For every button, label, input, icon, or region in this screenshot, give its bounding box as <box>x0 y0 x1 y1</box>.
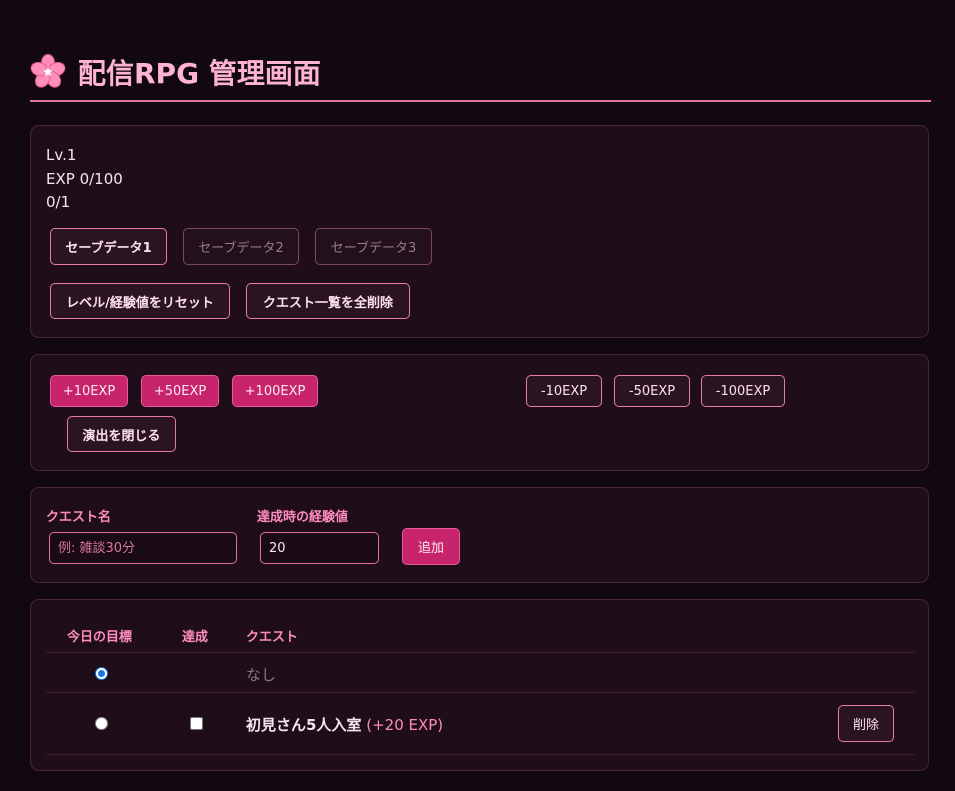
subtract-100-exp-button[interactable]: -100EXP <box>701 375 785 407</box>
quest-table-panel: 今日の目標 達成 クエスト なし 初見さん5人入室 (+20 EXP) 削除 <box>30 599 929 771</box>
exp-control-panel: +10EXP +50EXP +100EXP -10EXP -50EXP -100… <box>30 354 929 471</box>
quest-name-label: クエスト名 <box>46 510 112 525</box>
page-title: 配信RPG 管理画面 <box>78 57 321 90</box>
row-divider <box>46 754 915 755</box>
goal-radio-quest[interactable] <box>95 717 108 730</box>
quest-name-none: なし <box>246 666 277 684</box>
add-100-exp-button[interactable]: +100EXP <box>232 375 318 407</box>
save-slot-3-button[interactable]: セーブデータ3 <box>315 228 432 265</box>
quest-exp-label: 達成時の経験値 <box>257 510 349 525</box>
add-50-exp-button[interactable]: +50EXP <box>141 375 219 407</box>
exp-text: EXP 0/100 <box>46 170 123 188</box>
page: 配信RPG 管理画面 Lv.1 EXP 0/100 0/1 セーブデータ1 セー… <box>0 0 955 791</box>
level-text: Lv.1 <box>46 146 77 164</box>
quest-name: 初見さん5人入室 <box>246 716 362 734</box>
done-column-header: 達成 <box>182 630 209 645</box>
status-panel: Lv.1 EXP 0/100 0/1 セーブデータ1 セーブデータ2 セーブデー… <box>30 125 929 338</box>
add-quest-button[interactable]: 追加 <box>402 528 460 565</box>
subtract-50-exp-button[interactable]: -50EXP <box>614 375 690 407</box>
quest-form-panel: クエスト名 達成時の経験値 追加 <box>30 487 929 583</box>
goal-radio-none[interactable] <box>95 667 108 680</box>
quest-exp-reward: (+20 EXP) <box>366 716 444 734</box>
title-divider <box>30 100 931 102</box>
goal-column-header: 今日の目標 <box>67 630 133 645</box>
goal-progress-text: 0/1 <box>46 193 71 211</box>
save-slot-2-button[interactable]: セーブデータ2 <box>183 228 299 265</box>
quest-name-input[interactable] <box>49 532 237 564</box>
quest-column-header: クエスト <box>246 630 299 645</box>
reset-level-button[interactable]: レベル/経験値をリセット <box>50 283 230 319</box>
subtract-10-exp-button[interactable]: -10EXP <box>526 375 602 407</box>
row-divider <box>46 692 915 693</box>
save-slot-1-button[interactable]: セーブデータ1 <box>50 228 167 265</box>
quest-done-checkbox[interactable] <box>190 717 203 730</box>
clear-quests-button[interactable]: クエスト一覧を全削除 <box>246 283 410 319</box>
page-header: 配信RPG 管理画面 <box>30 52 321 92</box>
delete-quest-button[interactable]: 削除 <box>838 705 894 742</box>
cherry-blossom-icon <box>30 54 66 90</box>
quest-entry: 初見さん5人入室 (+20 EXP) <box>246 714 443 735</box>
header-divider <box>46 652 915 653</box>
add-10-exp-button[interactable]: +10EXP <box>50 375 128 407</box>
close-effect-button[interactable]: 演出を閉じる <box>67 416 176 452</box>
quest-exp-input[interactable] <box>260 532 379 564</box>
